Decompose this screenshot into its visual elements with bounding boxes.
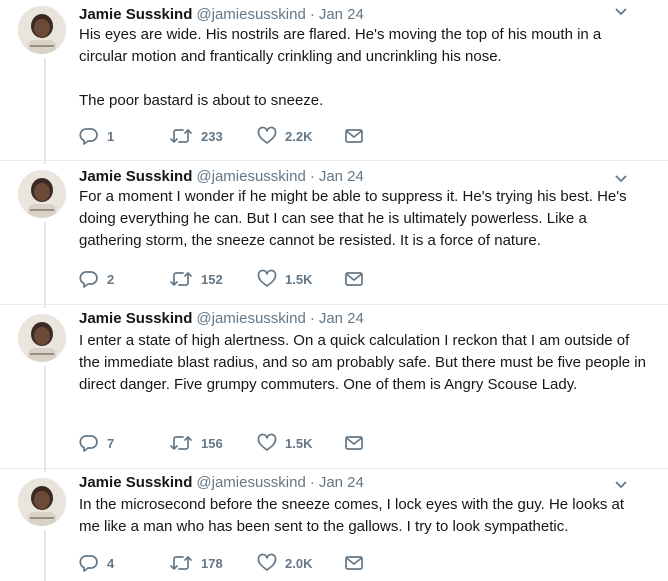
tweet-text: I enter a state of high alertness. On a …	[79, 332, 646, 393]
reply-button[interactable]: 7	[79, 432, 114, 454]
author-name[interactable]: Jamie Susskind	[79, 474, 192, 491]
reply-count: 7	[107, 435, 115, 451]
avatar[interactable]	[18, 170, 66, 218]
like-icon	[257, 553, 277, 571]
retweet-count: 178	[201, 555, 223, 571]
tweet-date[interactable]: Jan 24	[319, 168, 364, 185]
direct-message-icon	[345, 129, 363, 143]
direct-message-button[interactable]	[344, 552, 364, 574]
like-icon	[257, 269, 277, 287]
retweet-button[interactable]: 152	[169, 268, 223, 290]
tweet-date[interactable]: Jan 24	[319, 310, 364, 327]
caret-down-icon[interactable]	[614, 174, 628, 184]
reply-count: 4	[107, 555, 115, 571]
like-icon	[257, 433, 277, 451]
author-handle[interactable]: @jamiesusskind	[196, 6, 305, 23]
like-button[interactable]: 2.2K	[257, 125, 312, 147]
retweet-count: 156	[201, 435, 223, 451]
retweet-count: 233	[201, 128, 223, 144]
retweet-button[interactable]: 156	[169, 432, 223, 454]
like-count: 2.0K	[285, 555, 313, 571]
direct-message-icon	[345, 272, 363, 286]
tweet-actions: 4 178 2.0K	[79, 552, 399, 574]
tweet-actions: 1 233 2.2K	[79, 125, 399, 147]
retweet-button[interactable]: 233	[169, 125, 223, 147]
reply-button[interactable]: 2	[79, 268, 114, 290]
caret-down-icon[interactable]	[614, 480, 628, 490]
retweet-icon	[170, 272, 192, 286]
tweet-text: In the microsecond before the sneeze com…	[79, 496, 625, 535]
like-count: 2.2K	[285, 128, 313, 144]
like-button[interactable]: 1.5K	[257, 268, 312, 290]
tweet-date[interactable]: Jan 24	[319, 6, 364, 23]
separator: ·	[309, 6, 315, 23]
author-name[interactable]: Jamie Susskind	[79, 310, 192, 327]
retweet-icon	[170, 556, 192, 570]
like-button[interactable]: 2.0K	[257, 552, 312, 574]
direct-message-button[interactable]	[344, 432, 364, 454]
avatar[interactable]	[18, 6, 66, 54]
tweet-text: For a moment I wonder if he might be abl…	[79, 188, 627, 249]
like-icon	[257, 126, 277, 144]
tweet[interactable]: Jamie Susskind @jamiesusskind · Jan 24 For …	[0, 164, 668, 305]
tweet-actions: 2 152 1.5K	[79, 268, 399, 290]
reply-icon	[79, 128, 98, 145]
direct-message-icon	[345, 556, 363, 570]
reply-button[interactable]: 4	[79, 552, 114, 574]
author-handle[interactable]: @jamiesusskind	[196, 168, 305, 185]
reply-button[interactable]: 1	[79, 125, 114, 147]
retweet-button[interactable]: 178	[169, 552, 223, 574]
reply-icon	[79, 555, 98, 572]
reply-icon	[79, 435, 98, 452]
avatar[interactable]	[18, 478, 66, 526]
author-name[interactable]: Jamie Susskind	[79, 168, 192, 185]
like-button[interactable]: 1.5K	[257, 432, 312, 454]
separator: ·	[309, 168, 315, 185]
author-handle[interactable]: @jamiesusskind	[196, 474, 305, 491]
like-count: 1.5K	[285, 435, 313, 451]
tweet[interactable]: Jamie Susskind @jamiesusskind · Jan 24 I en…	[0, 308, 668, 469]
tweet-actions: 7 156 1.5K	[79, 432, 399, 454]
tweet-text: His eyes are wide. His nostrils are flar…	[79, 26, 602, 109]
separator: ·	[309, 474, 315, 491]
caret-down-icon[interactable]	[614, 7, 628, 17]
avatar[interactable]	[18, 314, 66, 362]
like-count: 1.5K	[285, 271, 313, 287]
direct-message-button[interactable]	[344, 125, 364, 147]
direct-message-button[interactable]	[344, 268, 364, 290]
reply-count: 1	[107, 128, 115, 144]
retweet-icon	[170, 129, 192, 143]
author-name[interactable]: Jamie Susskind	[79, 6, 192, 23]
retweet-count: 152	[201, 271, 223, 287]
retweet-icon	[170, 436, 192, 450]
separator: ·	[309, 310, 315, 327]
reply-icon	[79, 271, 98, 288]
tweet[interactable]: Jamie Susskind @jamiesusskind · Jan 24 His …	[0, 0, 668, 161]
tweet[interactable]: Jamie Susskind @jamiesusskind · Jan 24 In t…	[0, 472, 668, 581]
author-handle[interactable]: @jamiesusskind	[196, 310, 305, 327]
direct-message-icon	[345, 436, 363, 450]
reply-count: 2	[107, 271, 115, 287]
tweet-date[interactable]: Jan 24	[319, 474, 364, 491]
